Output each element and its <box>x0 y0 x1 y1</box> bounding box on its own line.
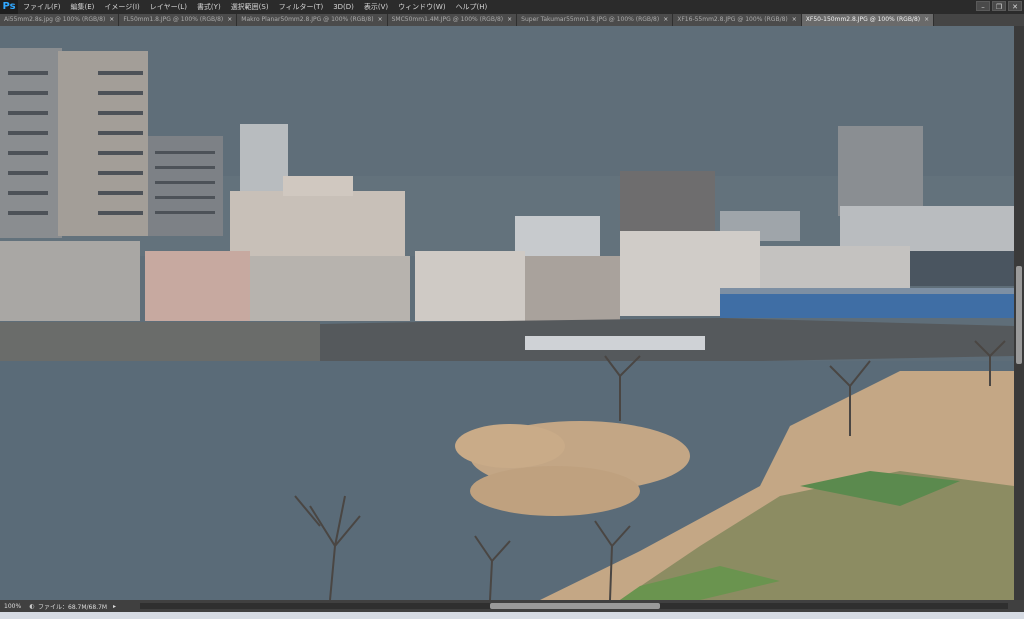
os-taskbar-strip <box>0 612 1024 619</box>
tab-label: Makro Planar50mm2.8.JPG @ 100% (RGB/8) <box>241 16 374 23</box>
menu-view[interactable]: 表示(V) <box>359 0 393 14</box>
horizontal-scrollbar[interactable] <box>140 603 1008 609</box>
tab-close-icon[interactable]: × <box>924 14 929 26</box>
close-button[interactable]: ✕ <box>1008 1 1022 11</box>
tab-label: XF16-55mm2.8.JPG @ 100% (RGB/8) <box>677 16 788 23</box>
menu-3d[interactable]: 3D(D) <box>328 0 359 14</box>
tab-super-takumar[interactable]: Super Takumar55mm1.8.JPG @ 100% (RGB/8) × <box>517 14 674 26</box>
menu-edit[interactable]: 編集(E) <box>66 0 100 14</box>
document-info-icon[interactable]: ◐ <box>26 603 38 610</box>
menu-window[interactable]: ウィンドウ(W) <box>393 0 450 14</box>
bridge <box>720 288 1014 318</box>
document-canvas[interactable] <box>0 26 1014 600</box>
zoom-level[interactable]: 100% <box>0 603 26 610</box>
tab-close-icon[interactable]: × <box>507 14 512 26</box>
menu-select[interactable]: 選択範囲(S) <box>226 0 274 14</box>
menu-bar: Ps ファイル(F) 編集(E) イメージ(I) レイヤー(L) 書式(Y) 選… <box>0 0 1024 14</box>
document-tab-bar: Ai55mm2.8s.jpg @ 100% (RGB/8) × FL50mm1.8… <box>0 14 1024 26</box>
tab-label: Ai55mm2.8s.jpg @ 100% (RGB/8) <box>4 16 106 23</box>
play-arrow-icon[interactable]: ▸ <box>113 603 123 610</box>
vertical-scrollbar[interactable] <box>1014 26 1024 600</box>
menu-help[interactable]: ヘルプ(H) <box>451 0 493 14</box>
menu-type[interactable]: 書式(Y) <box>192 0 226 14</box>
tab-label: XF50-150mm2.8.JPG @ 100% (RGB/8) <box>805 16 921 23</box>
tab-close-icon[interactable]: × <box>378 14 383 26</box>
tab-ai55[interactable]: Ai55mm2.8s.jpg @ 100% (RGB/8) × <box>0 14 120 26</box>
file-size-info: ファイル：68.7M/68.7M <box>38 603 108 611</box>
tab-xf50-150[interactable]: XF50-150mm2.8.JPG @ 100% (RGB/8) × <box>801 14 935 26</box>
tab-label: SMC50mm1.4M.JPG @ 100% (RGB/8) <box>391 16 504 23</box>
horizontal-scroll-thumb[interactable] <box>490 603 660 609</box>
tab-close-icon[interactable]: × <box>663 14 668 26</box>
tab-fl50[interactable]: FL50mm1.8.JPG @ 100% (RGB/8) × <box>119 14 238 26</box>
minimize-button[interactable]: – <box>976 1 990 11</box>
tab-close-icon[interactable]: × <box>227 14 232 26</box>
tab-close-icon[interactable]: × <box>792 14 797 26</box>
menu-filter[interactable]: フィルター(T) <box>274 0 329 14</box>
menu-file[interactable]: ファイル(F) <box>18 0 66 14</box>
restore-button[interactable]: ❐ <box>992 1 1006 11</box>
tab-makro-planar[interactable]: Makro Planar50mm2.8.JPG @ 100% (RGB/8) × <box>237 14 388 26</box>
tab-label: Super Takumar55mm1.8.JPG @ 100% (RGB/8) <box>521 16 660 23</box>
tab-label: FL50mm1.8.JPG @ 100% (RGB/8) <box>123 16 224 23</box>
menu-layer[interactable]: レイヤー(L) <box>145 0 192 14</box>
window-controls: – ❐ ✕ <box>976 1 1022 11</box>
menu-image[interactable]: イメージ(I) <box>99 0 144 14</box>
tab-xf16-55[interactable]: XF16-55mm2.8.JPG @ 100% (RGB/8) × <box>673 14 802 26</box>
ps-logo-icon[interactable]: Ps <box>0 0 18 14</box>
photo-river-cityscape <box>0 26 1014 600</box>
tab-smc50[interactable]: SMC50mm1.4M.JPG @ 100% (RGB/8) × <box>387 14 518 26</box>
tab-close-icon[interactable]: × <box>109 14 114 26</box>
vertical-scroll-thumb[interactable] <box>1016 266 1022 364</box>
